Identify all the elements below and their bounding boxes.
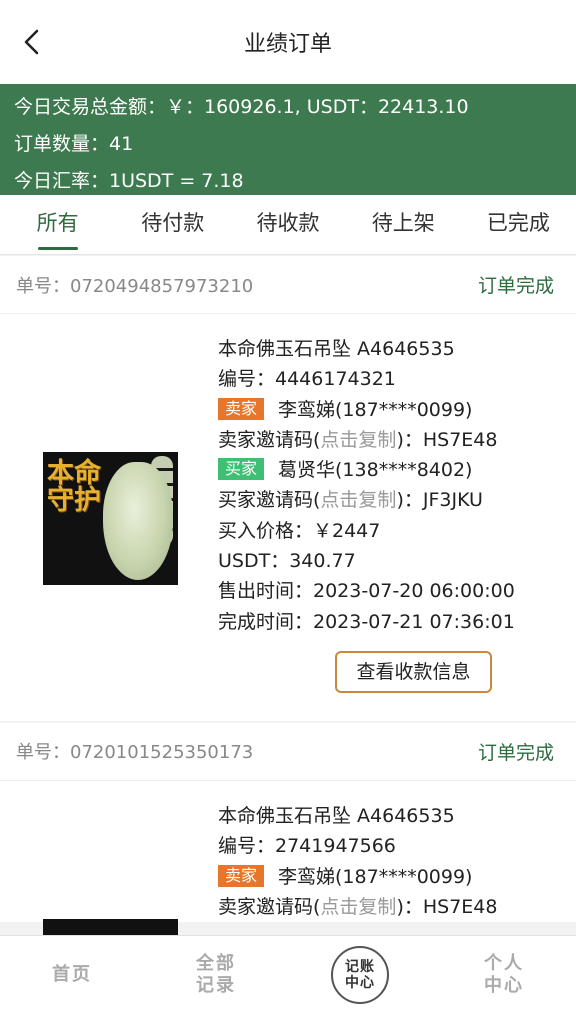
order-number: 单号：0720101525350173 [16, 742, 254, 764]
status-tabs: 所有 待付款 待收款 待上架 已完成 [0, 195, 576, 255]
nav-all-records-label: 全部记录 [196, 952, 236, 996]
order-body: 本命佛玉石吊坠 A4646535 编号：2741947566 卖家 李鸾娣(187… [0, 781, 576, 1013]
order-header: 单号：0720494857973210 订单完成 [0, 256, 576, 314]
total-amount-text: 今日交易总金额：￥：160926.1, USDT：22413.10 [14, 96, 469, 118]
copy-seller-invite-link[interactable]: 点击复制 [320, 896, 396, 918]
nav-all-records[interactable]: 全部记录 [144, 936, 288, 1013]
nav-home[interactable]: 首页 [0, 936, 144, 1013]
order-body: 本命守护 本命佛玉石吊坠 A4646535 编号：4446174321 卖家 李鸾… [0, 314, 576, 721]
product-name: 本命佛玉石吊坠 A4646535 [218, 338, 455, 360]
summary-banner: 今日交易总金额：￥：160926.1, USDT：22413.10 订单数量：4… [0, 84, 576, 195]
seller-invite-row: 卖家邀请码(点击复制)：HS7E48 [218, 425, 576, 455]
tab-pending-payment[interactable]: 待付款 [115, 195, 230, 255]
sold-time: 售出时间：2023-07-20 06:00:00 [218, 580, 515, 603]
view-payment-info-button[interactable]: 查看收款信息 [335, 650, 492, 693]
jade-pendant-image [103, 462, 173, 580]
bottom-navigation: 首页 全部记录 记账中心 个人中心 [0, 935, 576, 1013]
copy-seller-invite-link[interactable]: 点击复制 [320, 429, 396, 451]
product-code: 编号：2741947566 [218, 835, 396, 858]
header-bar: 业绩订单 [0, 0, 576, 84]
tab-completed[interactable]: 已完成 [461, 195, 576, 255]
seller-invite-row: 卖家邀请码(点击复制)：HS7E48 [218, 892, 576, 922]
order-actions: 查看收款信息 [0, 637, 576, 721]
nav-profile-label: 个人中心 [484, 952, 524, 996]
nav-profile[interactable]: 个人中心 [432, 936, 576, 1013]
chevron-left-icon [24, 29, 39, 55]
seller-invite-label: 卖家邀请码( [218, 895, 321, 918]
order-info: 本命佛玉石吊坠 A4646535 编号：4446174321 卖家 李鸾娣(187… [218, 334, 576, 637]
seller-invite-code: )：HS7E48 [396, 895, 498, 918]
nav-home-label: 首页 [52, 963, 92, 985]
seller-invite-code: )：HS7E48 [396, 428, 498, 451]
seller-badge: 卖家 [218, 864, 265, 887]
back-button[interactable] [12, 22, 52, 62]
order-number: 单号：0720494857973210 [16, 275, 254, 297]
product-thumbnail: 本命守护 [43, 452, 178, 585]
order-header: 单号：0720101525350173 订单完成 [0, 723, 576, 781]
copy-buyer-invite-link[interactable]: 点击复制 [320, 489, 396, 511]
order-info: 本命佛玉石吊坠 A4646535 编号：2741947566 卖家 李鸾娣(187… [218, 801, 576, 922]
order-card[interactable]: 单号：0720101525350173 订单完成 本命佛玉石吊坠 A464653… [0, 722, 576, 1013]
buyer-row: 买家 葛贤华(138****8402) [218, 455, 576, 485]
tab-pending-receipt[interactable]: 待收款 [230, 195, 345, 255]
thumbnail-calligraphy: 本命守护 [47, 458, 101, 516]
buyer-invite-row: 买家邀请码(点击复制)：JF3JKU [218, 485, 576, 515]
seller-name: 李鸾娣(187****0099) [278, 865, 473, 888]
seller-name: 李鸾娣(187****0099) [278, 398, 473, 421]
buyer-invite-label: 买家邀请码( [218, 489, 321, 512]
order-status: 订单完成 [477, 275, 554, 297]
tab-all[interactable]: 所有 [0, 195, 115, 255]
product-code: 编号：4446174321 [218, 368, 396, 391]
nav-accounting-center[interactable]: 记账中心 [288, 936, 432, 1013]
usdt-amount: USDT：340.77 [218, 550, 356, 573]
buyer-invite-code: )：JF3JKU [396, 489, 483, 512]
order-status: 订单完成 [477, 741, 554, 764]
buyer-name: 葛贤华(138****8402) [278, 459, 473, 482]
buyer-badge: 买家 [218, 458, 265, 481]
product-name: 本命佛玉石吊坠 A4646535 [218, 804, 455, 827]
order-count-text: 订单数量：41 [14, 133, 134, 155]
page-title: 业绩订单 [243, 32, 332, 57]
buy-price: 买入价格：￥2447 [218, 519, 381, 542]
completed-time: 完成时间：2023-07-21 07:36:01 [218, 610, 515, 633]
seller-invite-label: 卖家邀请码( [218, 428, 321, 451]
nav-accounting-center-label: 记账中心 [345, 958, 375, 991]
order-list: 单号：0720494857973210 订单完成 本命守护 本命佛玉石吊坠 A4… [0, 256, 576, 1013]
app-root: 业绩订单 今日交易总金额：￥：160926.1, USDT：22413.10 订… [0, 0, 576, 1013]
tab-pending-listing[interactable]: 待上架 [346, 195, 461, 255]
seller-badge: 卖家 [218, 397, 265, 420]
order-card[interactable]: 单号：0720494857973210 订单完成 本命守护 本命佛玉石吊坠 A4… [0, 256, 576, 721]
seller-row: 卖家 李鸾娣(187****0099) [218, 395, 576, 425]
seller-row: 卖家 李鸾娣(187****0099) [218, 862, 576, 892]
accounting-center-icon: 记账中心 [331, 945, 389, 1004]
